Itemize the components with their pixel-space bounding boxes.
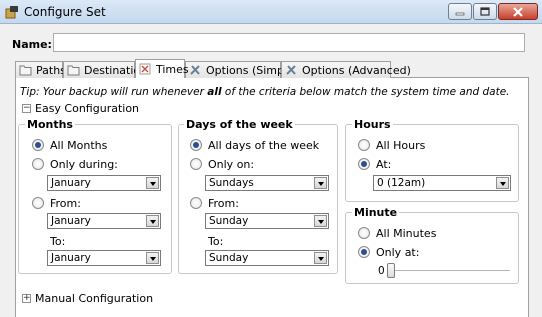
easy-config-label: Easy Configuration (35, 102, 140, 115)
minute-only-label: Only at: (376, 246, 420, 259)
tip-bold: all (207, 86, 222, 98)
months-all-radio[interactable] (32, 139, 44, 151)
days-only-label: Only on: (208, 158, 255, 171)
months-from-label: From: (50, 197, 81, 210)
days-from-label: From: (208, 197, 239, 210)
tab-options-advanced[interactable]: Options (Advanced) (281, 61, 411, 78)
app-icon (5, 6, 18, 19)
chevron-down-icon (314, 177, 327, 189)
months-to-select[interactable]: January (47, 250, 161, 266)
days-only-select[interactable]: Sundays (205, 175, 329, 191)
months-from-value: January (51, 215, 91, 227)
days-to-value: Sunday (209, 252, 249, 264)
days-to-select[interactable]: Sunday (205, 250, 329, 266)
name-label: Name: (12, 38, 52, 51)
hours-at-value: 0 (12am) (377, 177, 426, 189)
maximize-icon (480, 7, 490, 16)
chevron-down-icon (146, 215, 159, 227)
folder-icon (67, 65, 80, 76)
minute-slider-thumb[interactable] (387, 263, 395, 278)
minute-slider-value: 0 (378, 265, 385, 277)
days-only-value: Sundays (209, 177, 254, 189)
chevron-down-icon (146, 252, 159, 264)
close-icon (513, 6, 523, 17)
tab-destination[interactable]: Destination (63, 61, 147, 78)
minute-slider-track[interactable] (392, 270, 510, 272)
hours-at-radio[interactable] (358, 158, 370, 170)
folder-icon (19, 65, 32, 76)
manual-config-expand-toggle[interactable]: + (22, 294, 31, 303)
tip-text: Tip: Your backup will run whenever all o… (20, 86, 510, 98)
months-all-label: All Months (50, 139, 108, 152)
tools-icon (286, 65, 296, 75)
tab-options-advanced-label: Options (Advanced) (302, 63, 411, 77)
minute-all-radio[interactable] (358, 227, 370, 239)
months-from-select[interactable]: January (47, 213, 161, 229)
minimize-button[interactable] (448, 3, 472, 20)
chevron-down-icon (314, 252, 327, 264)
name-input[interactable] (53, 33, 525, 52)
manual-config-label: Manual Configuration (35, 292, 154, 305)
tab-paths[interactable]: Paths (15, 61, 66, 78)
window-title: Configure Set (24, 5, 106, 19)
tip-prefix: Tip: Your backup will run whenever (20, 86, 208, 98)
tools-icon (190, 65, 200, 75)
title-bar[interactable]: Configure Set (0, 0, 542, 24)
tab-options-simple[interactable]: Options (Simple) (185, 61, 298, 78)
chevron-down-icon (146, 177, 159, 189)
months-only-label: Only during: (50, 158, 118, 171)
months-to-label: To: (50, 235, 66, 248)
days-only-radio[interactable] (190, 158, 202, 170)
minute-all-label: All Minutes (376, 227, 437, 240)
months-only-select[interactable]: January (47, 175, 161, 191)
chevron-down-icon (314, 215, 327, 227)
tab-times-label: Times (156, 62, 189, 76)
tip-suffix: of the criteria below match the system t… (221, 86, 510, 98)
close-button[interactable] (498, 3, 538, 20)
months-title: Months (25, 118, 75, 131)
hours-title: Hours (352, 118, 393, 131)
tab-paths-label: Paths (36, 63, 66, 77)
minute-group (345, 212, 519, 284)
days-to-label: To: (208, 235, 224, 248)
months-from-radio[interactable] (32, 197, 44, 209)
days-from-select[interactable]: Sunday (205, 213, 329, 229)
months-to-value: January (51, 252, 91, 264)
tab-times[interactable]: Times (135, 59, 189, 78)
hours-at-select[interactable]: 0 (12am) (373, 175, 511, 191)
maximize-button[interactable] (473, 3, 497, 20)
months-only-radio[interactable] (32, 158, 44, 170)
easy-config-collapse-toggle[interactable]: − (22, 104, 31, 113)
days-from-value: Sunday (209, 215, 249, 227)
hours-all-radio[interactable] (358, 139, 370, 151)
hours-all-label: All Hours (376, 139, 426, 152)
days-title: Days of the week (184, 118, 295, 131)
chevron-down-icon (496, 177, 509, 189)
hours-at-label: At: (376, 158, 392, 171)
days-all-radio[interactable] (190, 139, 202, 151)
days-from-radio[interactable] (190, 197, 202, 209)
days-all-label: All days of the week (208, 139, 320, 152)
clock-icon (139, 63, 151, 75)
minute-only-radio[interactable] (358, 246, 370, 258)
months-only-value: January (51, 177, 91, 189)
minimize-icon (455, 12, 465, 15)
minute-title: Minute (352, 206, 400, 219)
